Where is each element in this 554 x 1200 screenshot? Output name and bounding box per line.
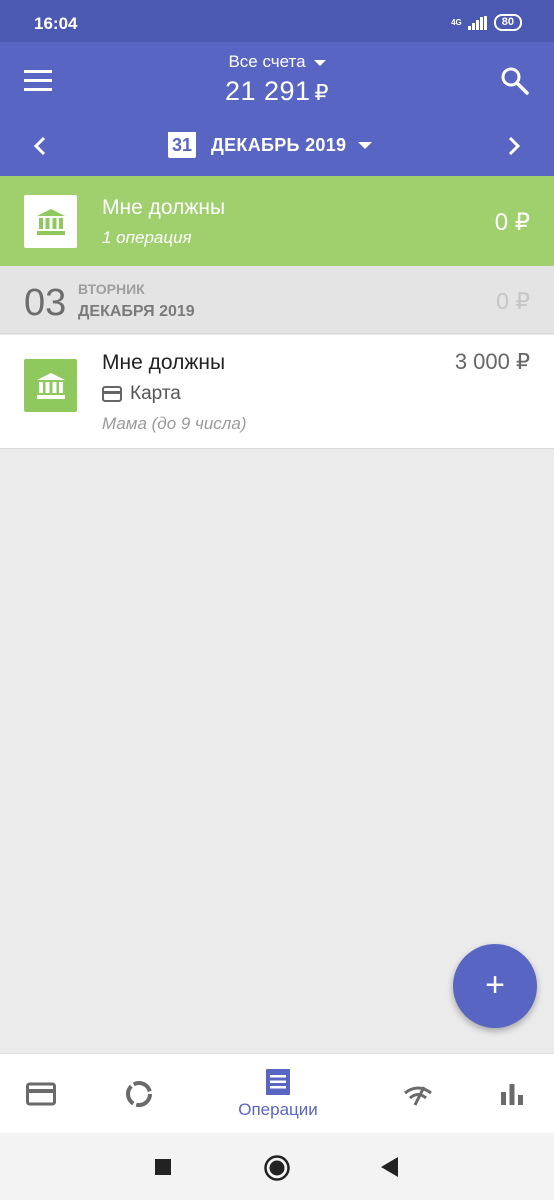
total-balance: 21 291 ₽ xyxy=(0,76,554,107)
bottom-navigation: Операции xyxy=(0,1053,554,1133)
add-operation-button[interactable]: + xyxy=(453,944,537,1028)
date-group-header: 03 ВТОРНИК ДЕКАБРЯ 2019 0 ₽ xyxy=(0,266,554,334)
system-navigation xyxy=(0,1133,554,1200)
summary-title: Мне должны xyxy=(102,196,226,219)
summary-count: 1 операция xyxy=(102,228,192,247)
transaction-title: Мне должны xyxy=(102,351,226,374)
chevron-right-icon[interactable] xyxy=(504,134,524,158)
back-icon[interactable] xyxy=(380,1156,400,1178)
bank-icon xyxy=(24,359,77,412)
date-total: 0 ₽ xyxy=(496,288,530,314)
bar-chart-icon xyxy=(501,1084,523,1105)
transaction-row[interactable]: Мне должны Карта Мама (до 9 числа) 3 000… xyxy=(0,335,554,449)
balance-currency: ₽ xyxy=(314,80,330,105)
nav-budget[interactable] xyxy=(118,1054,160,1134)
date-month: ДЕКАБРЯ 2019 xyxy=(78,303,195,320)
chevron-down-icon xyxy=(313,59,326,66)
account-name: Все счета xyxy=(228,52,306,71)
signal-icon xyxy=(404,1086,432,1106)
bank-icon xyxy=(24,195,77,248)
transaction-account-name: Карта xyxy=(130,383,181,404)
date-weekday: ВТОРНИК xyxy=(78,281,145,297)
status-bar: 16:04 4G 80 xyxy=(0,0,554,42)
nav-feed[interactable] xyxy=(398,1054,438,1134)
signal-strength-icon xyxy=(467,15,487,30)
date-day: 03 xyxy=(24,282,67,324)
transaction-amount: 3 000 ₽ xyxy=(454,349,530,374)
recent-apps-icon[interactable] xyxy=(154,1158,172,1176)
account-selector[interactable]: Все счета 21 291 ₽ xyxy=(0,52,554,107)
card-icon xyxy=(26,1082,56,1106)
nav-reports[interactable] xyxy=(494,1054,530,1134)
transaction-account: Карта xyxy=(102,383,181,405)
nav-operations[interactable]: Операции xyxy=(226,1054,330,1134)
period-navigation: 31 ДЕКАБРЬ 2019 xyxy=(0,132,554,162)
card-icon xyxy=(102,386,122,402)
operations-icon xyxy=(266,1069,290,1095)
nav-accounts[interactable] xyxy=(20,1054,62,1134)
calendar-icon: 31 xyxy=(168,132,196,158)
chevron-left-icon[interactable] xyxy=(30,134,50,158)
search-icon[interactable] xyxy=(500,66,530,96)
home-icon[interactable] xyxy=(263,1154,291,1182)
nav-operations-label: Операции xyxy=(238,1100,318,1119)
transaction-note: Мама (до 9 числа) xyxy=(102,414,247,433)
period-selector[interactable]: 31 ДЕКАБРЬ 2019 xyxy=(168,132,373,158)
summary-amount: 0 ₽ xyxy=(494,209,530,236)
period-label: ДЕКАБРЬ 2019 xyxy=(211,134,347,155)
network-type: 4G xyxy=(451,17,462,27)
app-header: Все счета 21 291 ₽ 31 ДЕКАБРЬ 2019 xyxy=(0,42,554,176)
category-summary[interactable]: Мне должны 1 операция 0 ₽ xyxy=(0,176,554,266)
battery-indicator: 80 xyxy=(493,14,522,31)
ring-chart-icon xyxy=(126,1081,152,1107)
balance-value: 21 291 xyxy=(224,76,311,106)
status-indicators: 4G 80 xyxy=(451,14,522,31)
status-time: 16:04 xyxy=(34,14,78,33)
chevron-down-icon xyxy=(358,141,373,149)
calendar-day: 31 xyxy=(171,135,193,155)
